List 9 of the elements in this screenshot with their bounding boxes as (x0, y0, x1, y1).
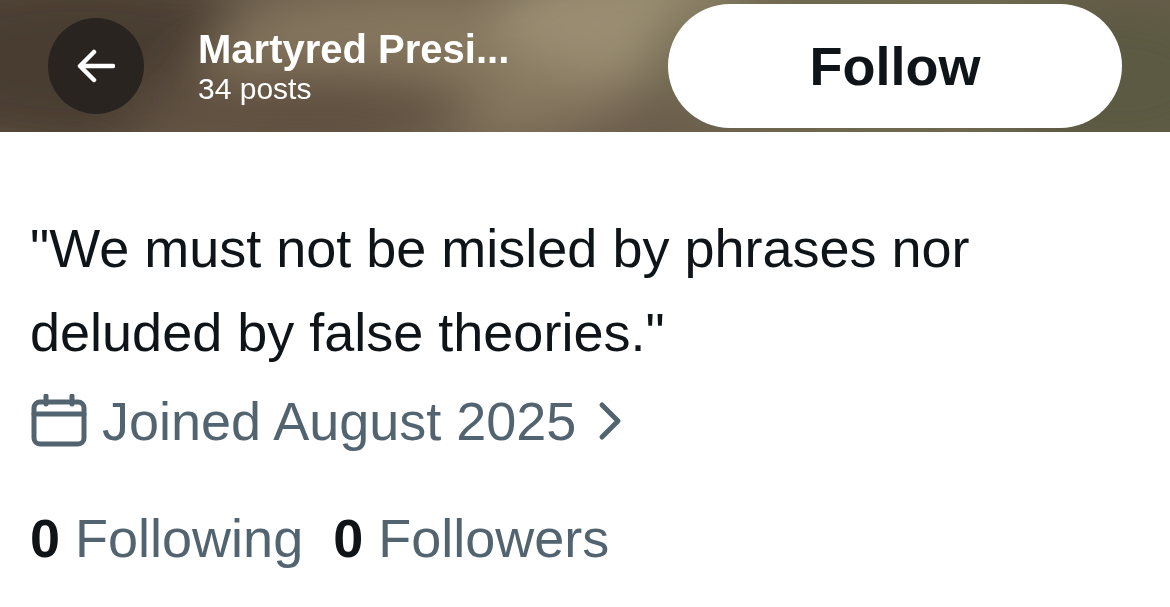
follow-button[interactable]: Follow (668, 4, 1122, 128)
profile-name: Martyred Presi... (198, 26, 511, 72)
stat-link[interactable]: 0 Followers (333, 498, 610, 579)
joined-date: Joined August 2025 (102, 389, 577, 453)
calendar-icon (30, 394, 88, 448)
profile-bio: "We must not be misled by phrases nor deluded by false theories." (30, 217, 971, 364)
stat-link[interactable]: 0 Following (30, 498, 304, 579)
post-count: 34 posts (198, 72, 313, 106)
back-arrow-icon (77, 49, 115, 83)
